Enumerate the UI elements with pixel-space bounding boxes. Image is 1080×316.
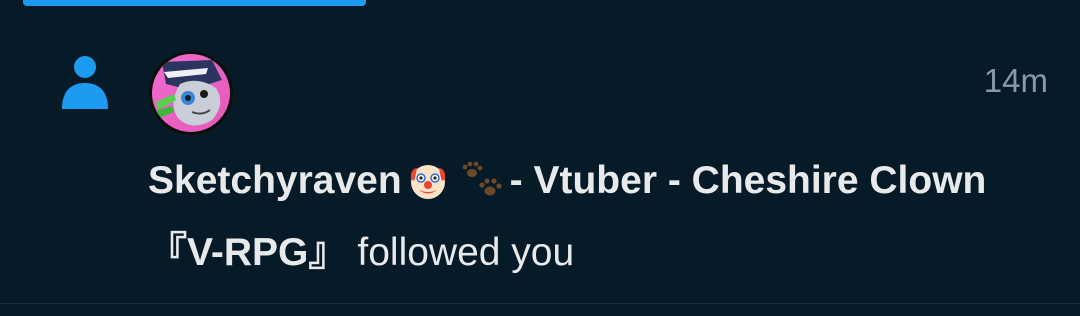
person-icon bbox=[60, 54, 110, 112]
paw-prints-emoji bbox=[460, 157, 504, 221]
notification-message: Sketchyraven - Vtuber - Cheshire Clown『V… bbox=[148, 149, 1028, 285]
user-avatar[interactable] bbox=[149, 51, 233, 135]
clown-face-emoji bbox=[408, 157, 448, 221]
divider bbox=[0, 303, 1080, 304]
follow-notification[interactable]: 14m Sketchyraven - Vtuber - Cheshire Clo… bbox=[0, 6, 1080, 304]
timestamp: 14m bbox=[983, 62, 1048, 99]
action-text: followed you bbox=[357, 231, 575, 274]
display-name-part1[interactable]: Sketchyraven bbox=[148, 159, 402, 202]
